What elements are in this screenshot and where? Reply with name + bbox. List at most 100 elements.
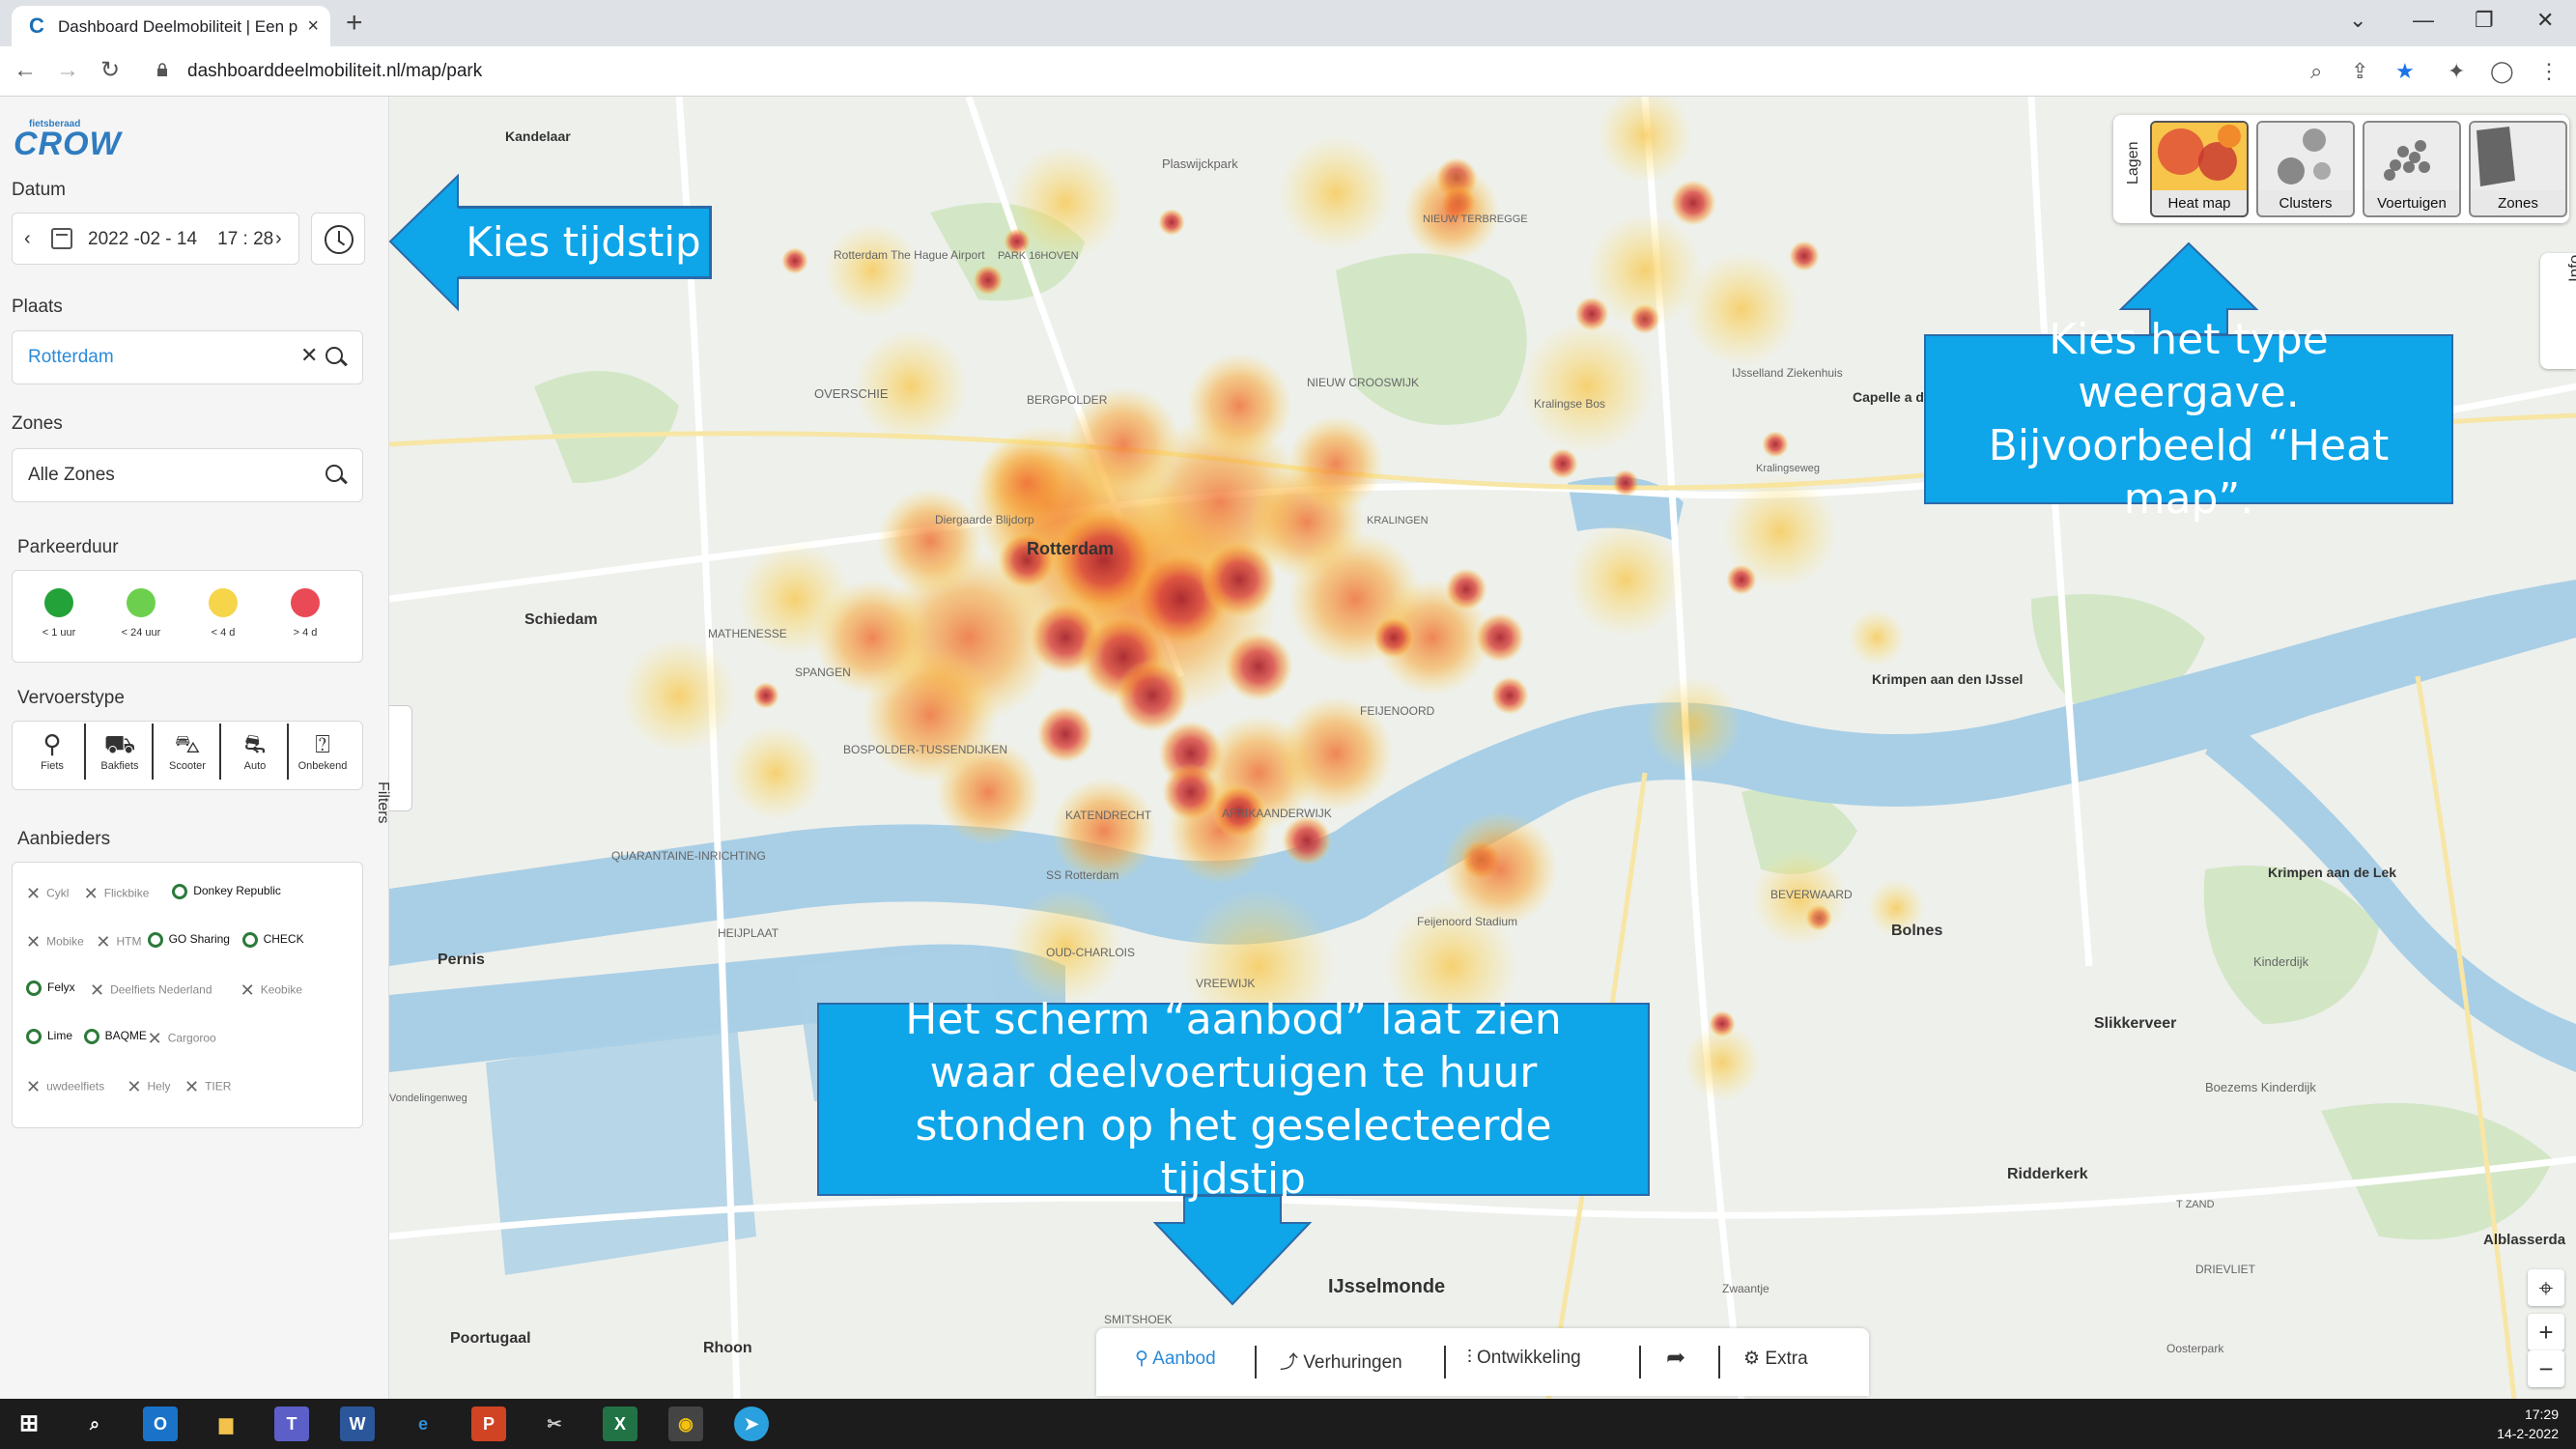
telegram-icon[interactable]: ➤ bbox=[734, 1406, 769, 1441]
parkeerduur-filter: < 1 uur < 24 uur < 4 d > 4 d bbox=[12, 570, 363, 663]
provider-toggle[interactable]: Felyx bbox=[26, 980, 75, 996]
date-picker[interactable]: ‹ 2022 -02 - 14 17 : 28 › bbox=[12, 213, 299, 265]
provider-toggle[interactable]: CHECK bbox=[241, 932, 304, 948]
heatmap-blob bbox=[1007, 145, 1123, 261]
tab-search-icon[interactable]: ⌄ bbox=[2349, 6, 2366, 35]
clear-icon[interactable]: ✕ bbox=[300, 343, 318, 368]
layer-heatmap[interactable]: Heat map bbox=[2150, 121, 2249, 217]
vehicle-type-option[interactable]: ⛍ Scooter bbox=[154, 722, 221, 781]
map-place-label: T ZAND bbox=[2176, 1199, 2215, 1210]
nav-ontwikkeling[interactable]: ⫶ Ontwikkeling bbox=[1467, 1348, 1581, 1369]
share-arrow-icon[interactable]: ➦ bbox=[1666, 1344, 1685, 1372]
excel-icon[interactable]: X bbox=[603, 1406, 637, 1441]
restore-button[interactable]: ❐ bbox=[2475, 6, 2494, 35]
word-icon[interactable]: W bbox=[340, 1406, 375, 1441]
menu-icon[interactable]: ⋮ bbox=[2538, 58, 2560, 85]
bookmark-star-icon[interactable]: ★ bbox=[2395, 58, 2415, 85]
plaats-input[interactable]: Rotterdam ✕ bbox=[12, 330, 363, 384]
provider-name: HTM bbox=[116, 934, 142, 949]
map-place-label: OUD-CHARLOIS bbox=[1046, 946, 1135, 959]
heatmap-blob bbox=[1789, 241, 1820, 271]
map-place-label: BEVERWAARD bbox=[1770, 888, 1853, 901]
nav-aanbod[interactable]: ⚲ Aanbod bbox=[1135, 1348, 1216, 1370]
edge-icon[interactable]: e bbox=[406, 1406, 440, 1441]
vehicle-type-option[interactable]: ⛐ Auto bbox=[221, 722, 289, 781]
car-icon: ⛐ bbox=[243, 729, 267, 758]
browser-tab[interactable]: C Dashboard Deelmobiliteit | Een p × bbox=[12, 6, 330, 46]
back-icon[interactable]: ← bbox=[14, 56, 37, 85]
provider-toggle[interactable]: ✕ TIER bbox=[184, 1077, 231, 1097]
provider-toggle[interactable]: ✕ Cykl bbox=[26, 884, 69, 904]
map-place-label: VREEWIJK bbox=[1196, 977, 1255, 990]
chrome-icon[interactable]: ◉ bbox=[668, 1406, 703, 1441]
layer-zones[interactable]: Zones bbox=[2469, 121, 2567, 217]
provider-toggle[interactable]: Lime bbox=[26, 1029, 72, 1044]
nav-extra[interactable]: ⚙ Extra bbox=[1743, 1348, 1808, 1370]
provider-toggle[interactable]: ✕ Mobike bbox=[26, 932, 84, 952]
provider-toggle[interactable]: ✕ Flickbike bbox=[84, 884, 150, 904]
provider-toggle[interactable]: ✕ uwdeelfiets bbox=[26, 1077, 104, 1097]
zones-select[interactable]: Alle Zones bbox=[12, 448, 363, 502]
parkeerduur-option[interactable]: < 24 uur bbox=[112, 588, 170, 639]
locate-icon[interactable]: ⌖ bbox=[2528, 1269, 2564, 1306]
unknown-vehicle-icon: ⍰ bbox=[315, 729, 330, 758]
info-tab[interactable]: Info bbox=[2540, 253, 2576, 369]
outlook-icon[interactable]: O bbox=[143, 1406, 178, 1441]
provider-toggle[interactable]: BAQME bbox=[83, 1029, 147, 1044]
share-icon[interactable]: ⇪ bbox=[2351, 58, 2368, 85]
map-place-label: MATHENESSE bbox=[708, 627, 787, 640]
file-explorer-icon[interactable]: ▆ bbox=[209, 1406, 243, 1441]
new-tab-button[interactable]: + bbox=[346, 8, 363, 39]
provider-toggle[interactable]: ✕ HTM bbox=[96, 932, 141, 952]
next-date-icon[interactable]: › bbox=[275, 228, 282, 250]
active-check-icon bbox=[147, 932, 163, 948]
zoom-icon[interactable]: ⌕ bbox=[2310, 58, 2322, 85]
map-place-label: Schiedam bbox=[524, 611, 598, 628]
provider-toggle[interactable]: ✕ Cargoroo bbox=[148, 1029, 216, 1049]
forward-icon[interactable]: → bbox=[56, 56, 79, 85]
heatmap-blob bbox=[1403, 164, 1500, 261]
windows-start-icon[interactable]: ⊞ bbox=[12, 1406, 46, 1441]
parkeerduur-option[interactable]: < 1 uur bbox=[30, 588, 88, 639]
search-icon[interactable] bbox=[326, 465, 343, 482]
inactive-x-icon: ✕ bbox=[90, 980, 105, 1000]
provider-name: CHECK bbox=[263, 932, 304, 947]
snipping-tool-icon[interactable]: ✂ bbox=[537, 1406, 572, 1441]
extensions-icon[interactable]: ✦ bbox=[2448, 58, 2465, 85]
provider-toggle[interactable]: Donkey Republic bbox=[172, 884, 281, 899]
map-place-label: NIEUW CROOSWIJK bbox=[1307, 376, 1419, 389]
parkeerduur-option[interactable]: < 4 d bbox=[194, 588, 252, 639]
filters-toggle-tab[interactable]: Filters bbox=[375, 705, 412, 824]
current-time-button[interactable] bbox=[311, 213, 365, 265]
provider-toggle[interactable]: GO Sharing bbox=[147, 932, 230, 948]
vehicle-type-option[interactable]: ⛟ Bakfiets bbox=[86, 722, 154, 781]
provider-toggle[interactable]: ✕ Keobike bbox=[241, 980, 302, 1001]
heatmap-blob bbox=[1722, 473, 1838, 589]
search-icon[interactable] bbox=[326, 347, 343, 364]
minimize-button[interactable]: — bbox=[2413, 6, 2434, 35]
vehicle-type-option[interactable]: ⍰ Onbekend bbox=[289, 722, 356, 781]
close-window-button[interactable]: ✕ bbox=[2536, 6, 2554, 35]
reload-icon[interactable]: ↻ bbox=[100, 56, 120, 85]
prev-date-icon[interactable]: ‹ bbox=[24, 228, 31, 250]
inactive-x-icon: ✕ bbox=[26, 884, 42, 903]
map-place-label: Rotterdam The Hague Airport bbox=[834, 248, 985, 262]
layer-voertuigen[interactable]: Voertuigen bbox=[2363, 121, 2461, 217]
parkeerduur-option[interactable]: > 4 d bbox=[276, 588, 334, 639]
provider-toggle[interactable]: ✕ Hely bbox=[127, 1077, 170, 1097]
parkeerduur-label: < 4 d bbox=[211, 627, 236, 639]
profile-icon[interactable]: ◯ bbox=[2490, 58, 2514, 85]
map-pin-icon: ⚲ bbox=[1135, 1349, 1153, 1369]
url-bar[interactable]: dashboarddeelmobiliteit.nl/map/park bbox=[145, 53, 2289, 90]
zoom-out-button[interactable]: − bbox=[2528, 1350, 2564, 1387]
powerpoint-icon[interactable]: P bbox=[471, 1406, 506, 1441]
layer-clusters[interactable]: Clusters bbox=[2256, 121, 2355, 217]
zoom-in-button[interactable]: + bbox=[2528, 1314, 2564, 1350]
vehicle-type-option[interactable]: ⚲ Fiets bbox=[18, 722, 86, 781]
teams-icon[interactable]: T bbox=[274, 1406, 309, 1441]
nav-verhuringen[interactable]: ⤴ Verhuringen bbox=[1280, 1348, 1402, 1374]
search-icon[interactable]: ⌕ bbox=[77, 1406, 112, 1441]
close-tab-icon[interactable]: × bbox=[307, 14, 319, 38]
map-place-label: Pernis bbox=[438, 952, 485, 968]
provider-toggle[interactable]: ✕ Deelfiets Nederland bbox=[90, 980, 212, 1001]
